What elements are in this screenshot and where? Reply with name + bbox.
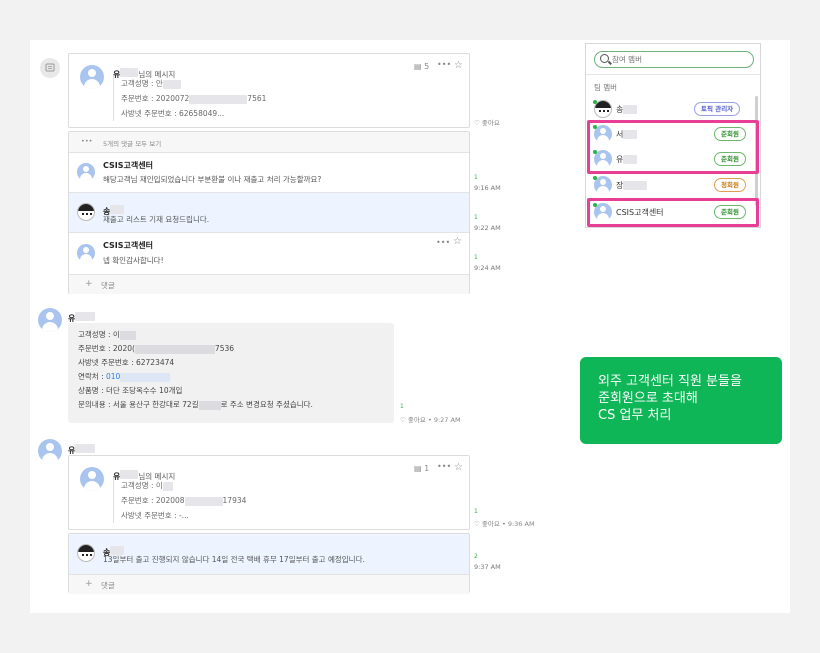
- comment-thread: ••• 5개의 댓글 모두 보기 CSIS고객센터 해당고객님 재인입되었습니다…: [68, 131, 470, 294]
- member-role-badge: 토픽 관리자: [694, 102, 741, 116]
- comment-count-icon[interactable]: ▤ 5: [414, 62, 429, 71]
- annotation-callout: 외주 고객센터 직원 분들을 준회원으로 초대해 CS 업무 처리: [580, 357, 782, 444]
- avatar: [80, 467, 104, 491]
- comment-item: CSIS고객센터 넵 확인감사합니다! ••• ☆: [69, 232, 469, 274]
- sender-name: 유: [68, 314, 76, 323]
- highlight-box: [587, 120, 759, 174]
- member-item[interactable]: 송 토픽 관리자: [586, 98, 754, 120]
- member-panel: 팀 멤버 송 토픽 관리자 서 준회원 유 준회원 장 정회원: [585, 43, 761, 228]
- quoted-message-card[interactable]: 유 님의 메시지 ▤ 1 ••• ☆ 고객성명 : 이 주문번호 : 202008…: [68, 455, 470, 530]
- chat-bubble-icon[interactable]: [40, 58, 60, 78]
- comment-item-highlighted: 송 13일부터 출고 진행되지 않습니다 14일 전국 택배 휴무 17일부터 …: [69, 534, 469, 574]
- star-icon[interactable]: ☆: [454, 60, 463, 71]
- star-icon[interactable]: ☆: [453, 236, 462, 247]
- highlight-box: [587, 198, 759, 227]
- more-icon[interactable]: •••: [436, 238, 450, 247]
- comment-item: CSIS고객센터 해당고객님 재인입되었습니다 부분환불 이나 재출고 처리 가…: [69, 152, 469, 192]
- member-search-input[interactable]: [612, 54, 747, 65]
- member-item[interactable]: 장 정회원: [586, 174, 754, 196]
- like-button[interactable]: ♡ 좋아요 • 9:36 AM: [474, 518, 535, 528]
- like-button[interactable]: ♡ 좋아요: [474, 117, 500, 127]
- more-icon[interactable]: •••: [437, 462, 451, 471]
- quoted-content: 고객성명 : 이 주문번호 : 202008 17934 사방넷 주문번호 : -…: [113, 478, 246, 523]
- star-icon[interactable]: ☆: [454, 462, 463, 473]
- screenshot-canvas: 유 님의 메시지 ▤ 5 ••• ☆ 고객성명 : 안 주문번호 : 202007…: [30, 40, 790, 613]
- avatar: [38, 308, 62, 332]
- avatar: [38, 439, 62, 463]
- like-button[interactable]: ♡ 좋아요 • 9:27 AM: [400, 414, 461, 424]
- team-member-header: 팀 멤버: [594, 83, 618, 92]
- avatar: [77, 203, 95, 221]
- member-role-badge: 정회원: [714, 178, 746, 192]
- quoted-content: 고객성명 : 안 주문번호 : 2020072 7561 사방넷 주문번호 : 6…: [113, 76, 266, 121]
- sender-name: 유: [68, 446, 76, 455]
- avatar: [77, 244, 95, 262]
- comment-count-icon[interactable]: ▤ 1: [414, 464, 429, 473]
- quoted-message-card[interactable]: 유 님의 메시지 ▤ 5 ••• ☆ 고객성명 : 안 주문번호 : 202007…: [68, 53, 470, 128]
- add-comment-button[interactable]: + 댓글: [69, 574, 469, 594]
- view-all-comments[interactable]: ••• 5개의 댓글 모두 보기: [69, 132, 469, 152]
- comment-item-highlighted: 송 재출고 리스트 기재 요청드립니다.: [69, 192, 469, 232]
- search-icon: [600, 54, 609, 63]
- add-comment-button[interactable]: + 댓글: [69, 274, 469, 294]
- comment-thread: 송 13일부터 출고 진행되지 않습니다 14일 전국 택배 휴무 17일부터 …: [68, 533, 470, 594]
- message-bubble[interactable]: 고객성명 : 이 주문번호 : 2020(7536 사방넷 주문번호 : 627…: [68, 323, 394, 423]
- avatar: [80, 65, 104, 89]
- avatar: [77, 544, 95, 562]
- member-search[interactable]: [594, 51, 754, 68]
- avatar: [77, 163, 95, 181]
- more-icon[interactable]: •••: [437, 60, 451, 69]
